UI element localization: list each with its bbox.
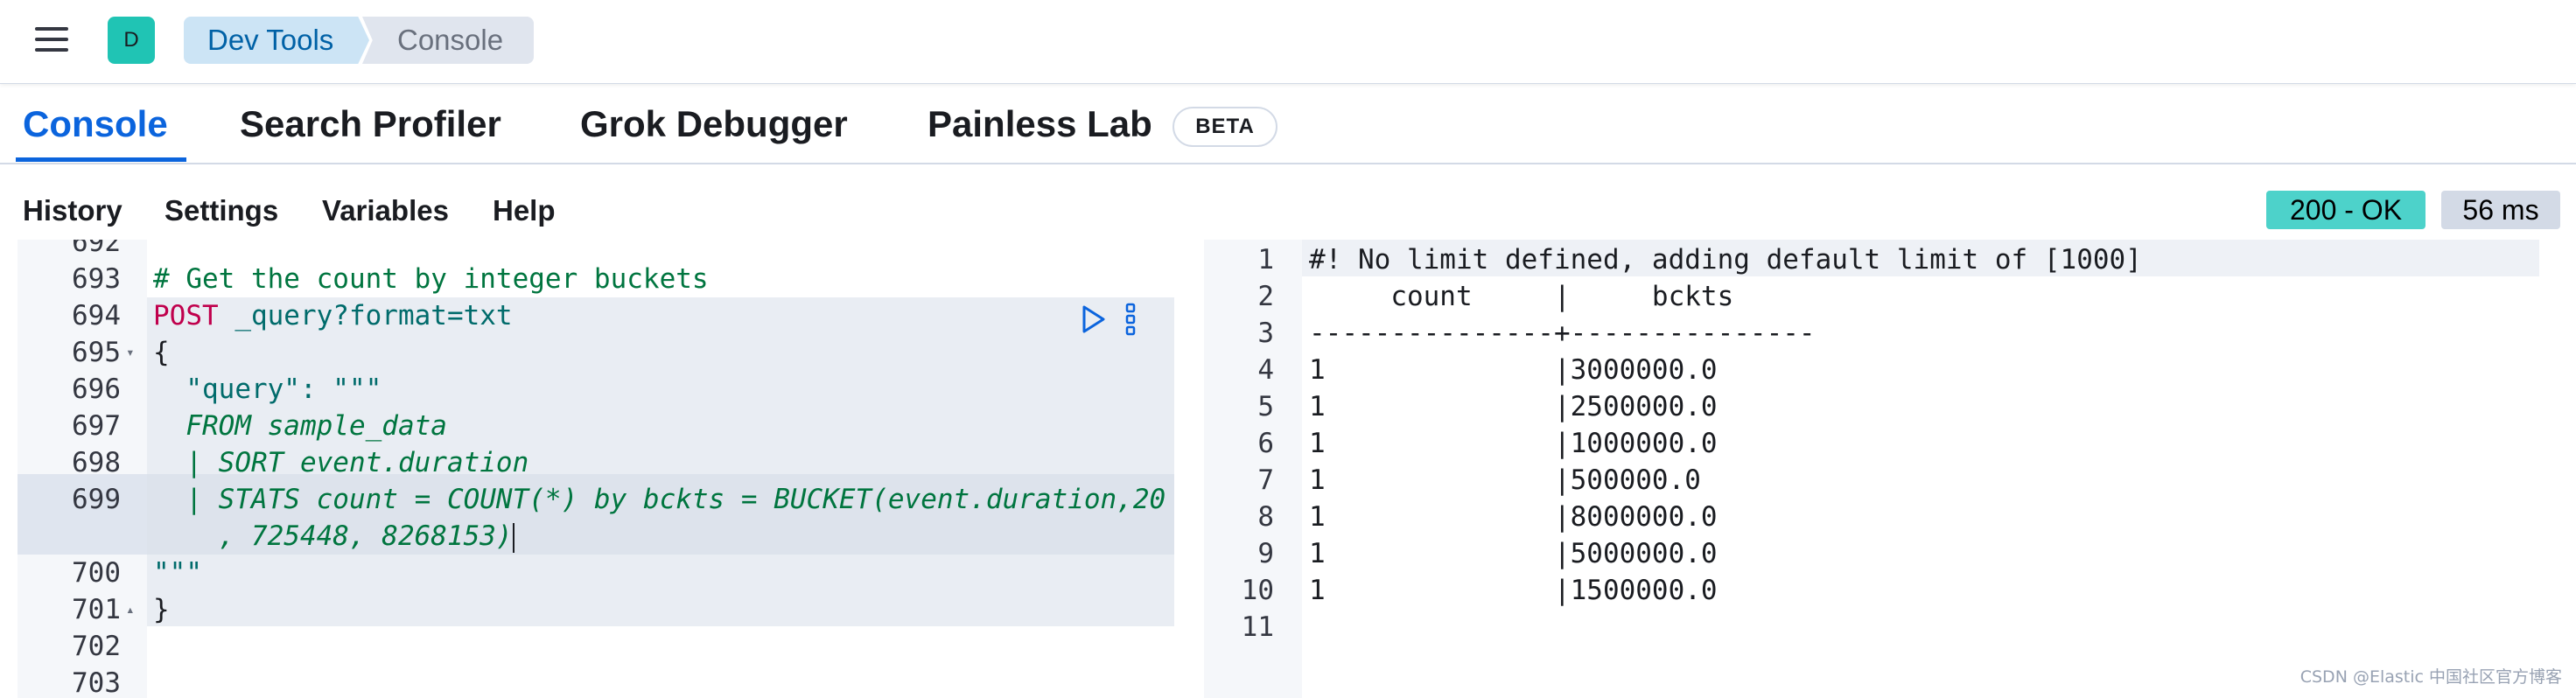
history-link[interactable]: History [23, 194, 122, 227]
fold-open-icon[interactable]: ▾ [126, 334, 135, 371]
line-number: 2 [1257, 281, 1274, 312]
beta-badge: BETA [1172, 107, 1278, 147]
line-number: 697 [72, 410, 121, 442]
line-number: 701 [72, 594, 121, 625]
table-header: count | bckts [1309, 281, 1816, 312]
play-icon[interactable] [1081, 304, 1107, 334]
line-number: 8 [1257, 501, 1274, 533]
code-line: { [153, 337, 170, 368]
line-number: 6 [1257, 428, 1274, 459]
table-row: 1 |3000000.0 [1309, 354, 1816, 386]
output-line: #! No limit defined, adding default limi… [1309, 244, 2142, 276]
line-number: 698 [72, 447, 121, 478]
tab-console[interactable]: Console [23, 103, 168, 145]
console-toolbar: History Settings Variables Help 200 - OK… [0, 164, 2576, 240]
tab-search-profiler[interactable]: Search Profiler [240, 103, 501, 145]
esql-line: | STATS count = COUNT(*) by bckts = BUCK… [153, 484, 1166, 515]
line-number: 702 [72, 631, 121, 662]
request-editor[interactable]: 692 693 694 695 ▾ 696 697 698 699 700 70… [18, 240, 1174, 698]
request-time-badge: 56 ms [2441, 191, 2560, 229]
line-number: 700 [72, 557, 121, 589]
table-row: 1 |1500000.0 [1309, 575, 1816, 606]
line-number: 11 [1241, 611, 1274, 643]
table-row: 1 |5000000.0 [1309, 538, 1816, 569]
text-cursor [512, 522, 514, 553]
line-number: 693 [72, 263, 121, 295]
line-number: 3 [1257, 318, 1274, 349]
pane-resizer[interactable] [1174, 240, 1204, 698]
breadcrumb-console: Console [362, 17, 534, 64]
help-link[interactable]: Help [493, 194, 556, 227]
esql-line: FROM sample_data [153, 410, 447, 442]
code-line: "query": """ [153, 373, 382, 405]
code-line: } [153, 594, 170, 625]
line-number: 10 [1241, 575, 1274, 606]
esql-line-text: , 725448, 8268153) [153, 520, 513, 552]
response-output: 1 2 3 4 5 6 7 8 9 10 11 #! No limit defi… [1204, 240, 2576, 698]
tab-grok-debugger[interactable]: Grok Debugger [580, 103, 848, 145]
line-number: 699 [72, 484, 121, 515]
table-row: 1 |8000000.0 [1309, 501, 1816, 533]
line-number: 703 [72, 667, 121, 698]
line-number: 5 [1257, 391, 1274, 422]
line-number: 694 [72, 300, 121, 332]
status-badge: 200 - OK [2266, 191, 2426, 229]
esql-line-wrapped: , 725448, 8268153) [153, 518, 514, 555]
code-comment: # Get the count by integer buckets [153, 263, 709, 295]
watermark: CSDN @Elastic 中国社区官方博客 [2300, 667, 2562, 687]
fold-close-icon[interactable]: ▴ [126, 591, 135, 628]
line-number: 9 [1257, 538, 1274, 569]
line-number: 696 [72, 373, 121, 405]
menu-icon[interactable] [35, 25, 72, 55]
line-number: 695 [72, 337, 121, 368]
more-actions-icon[interactable] [1122, 303, 1139, 336]
active-tab-indicator [16, 157, 186, 162]
variables-link[interactable]: Variables [322, 194, 449, 227]
code-line: """ [153, 557, 202, 589]
line-number: 692 [72, 240, 121, 258]
space-avatar[interactable]: D [108, 17, 155, 64]
table-separator: ---------------+--------------- [1309, 318, 1816, 349]
line-number: 4 [1257, 354, 1274, 386]
line-number: 7 [1257, 464, 1274, 496]
top-header: D Dev Tools Console [0, 0, 2576, 84]
table-row: 1 |2500000.0 [1309, 391, 1816, 422]
breadcrumb-dev-tools[interactable]: Dev Tools [184, 17, 369, 64]
settings-link[interactable]: Settings [164, 194, 278, 227]
http-verb: POST [153, 300, 219, 332]
app-tabs: Console Search Profiler Grok Debugger Pa… [0, 84, 2576, 164]
line-number: 1 [1257, 244, 1274, 276]
request-line: POST _query?format=txt [153, 297, 513, 334]
esql-line: | SORT event.duration [153, 447, 529, 478]
tab-painless-lab[interactable]: Painless Lab [928, 103, 1152, 145]
table-row: 1 |500000.0 [1309, 464, 1816, 496]
request-path: _query?format=txt [218, 300, 513, 332]
table-row: 1 |1000000.0 [1309, 428, 1816, 459]
